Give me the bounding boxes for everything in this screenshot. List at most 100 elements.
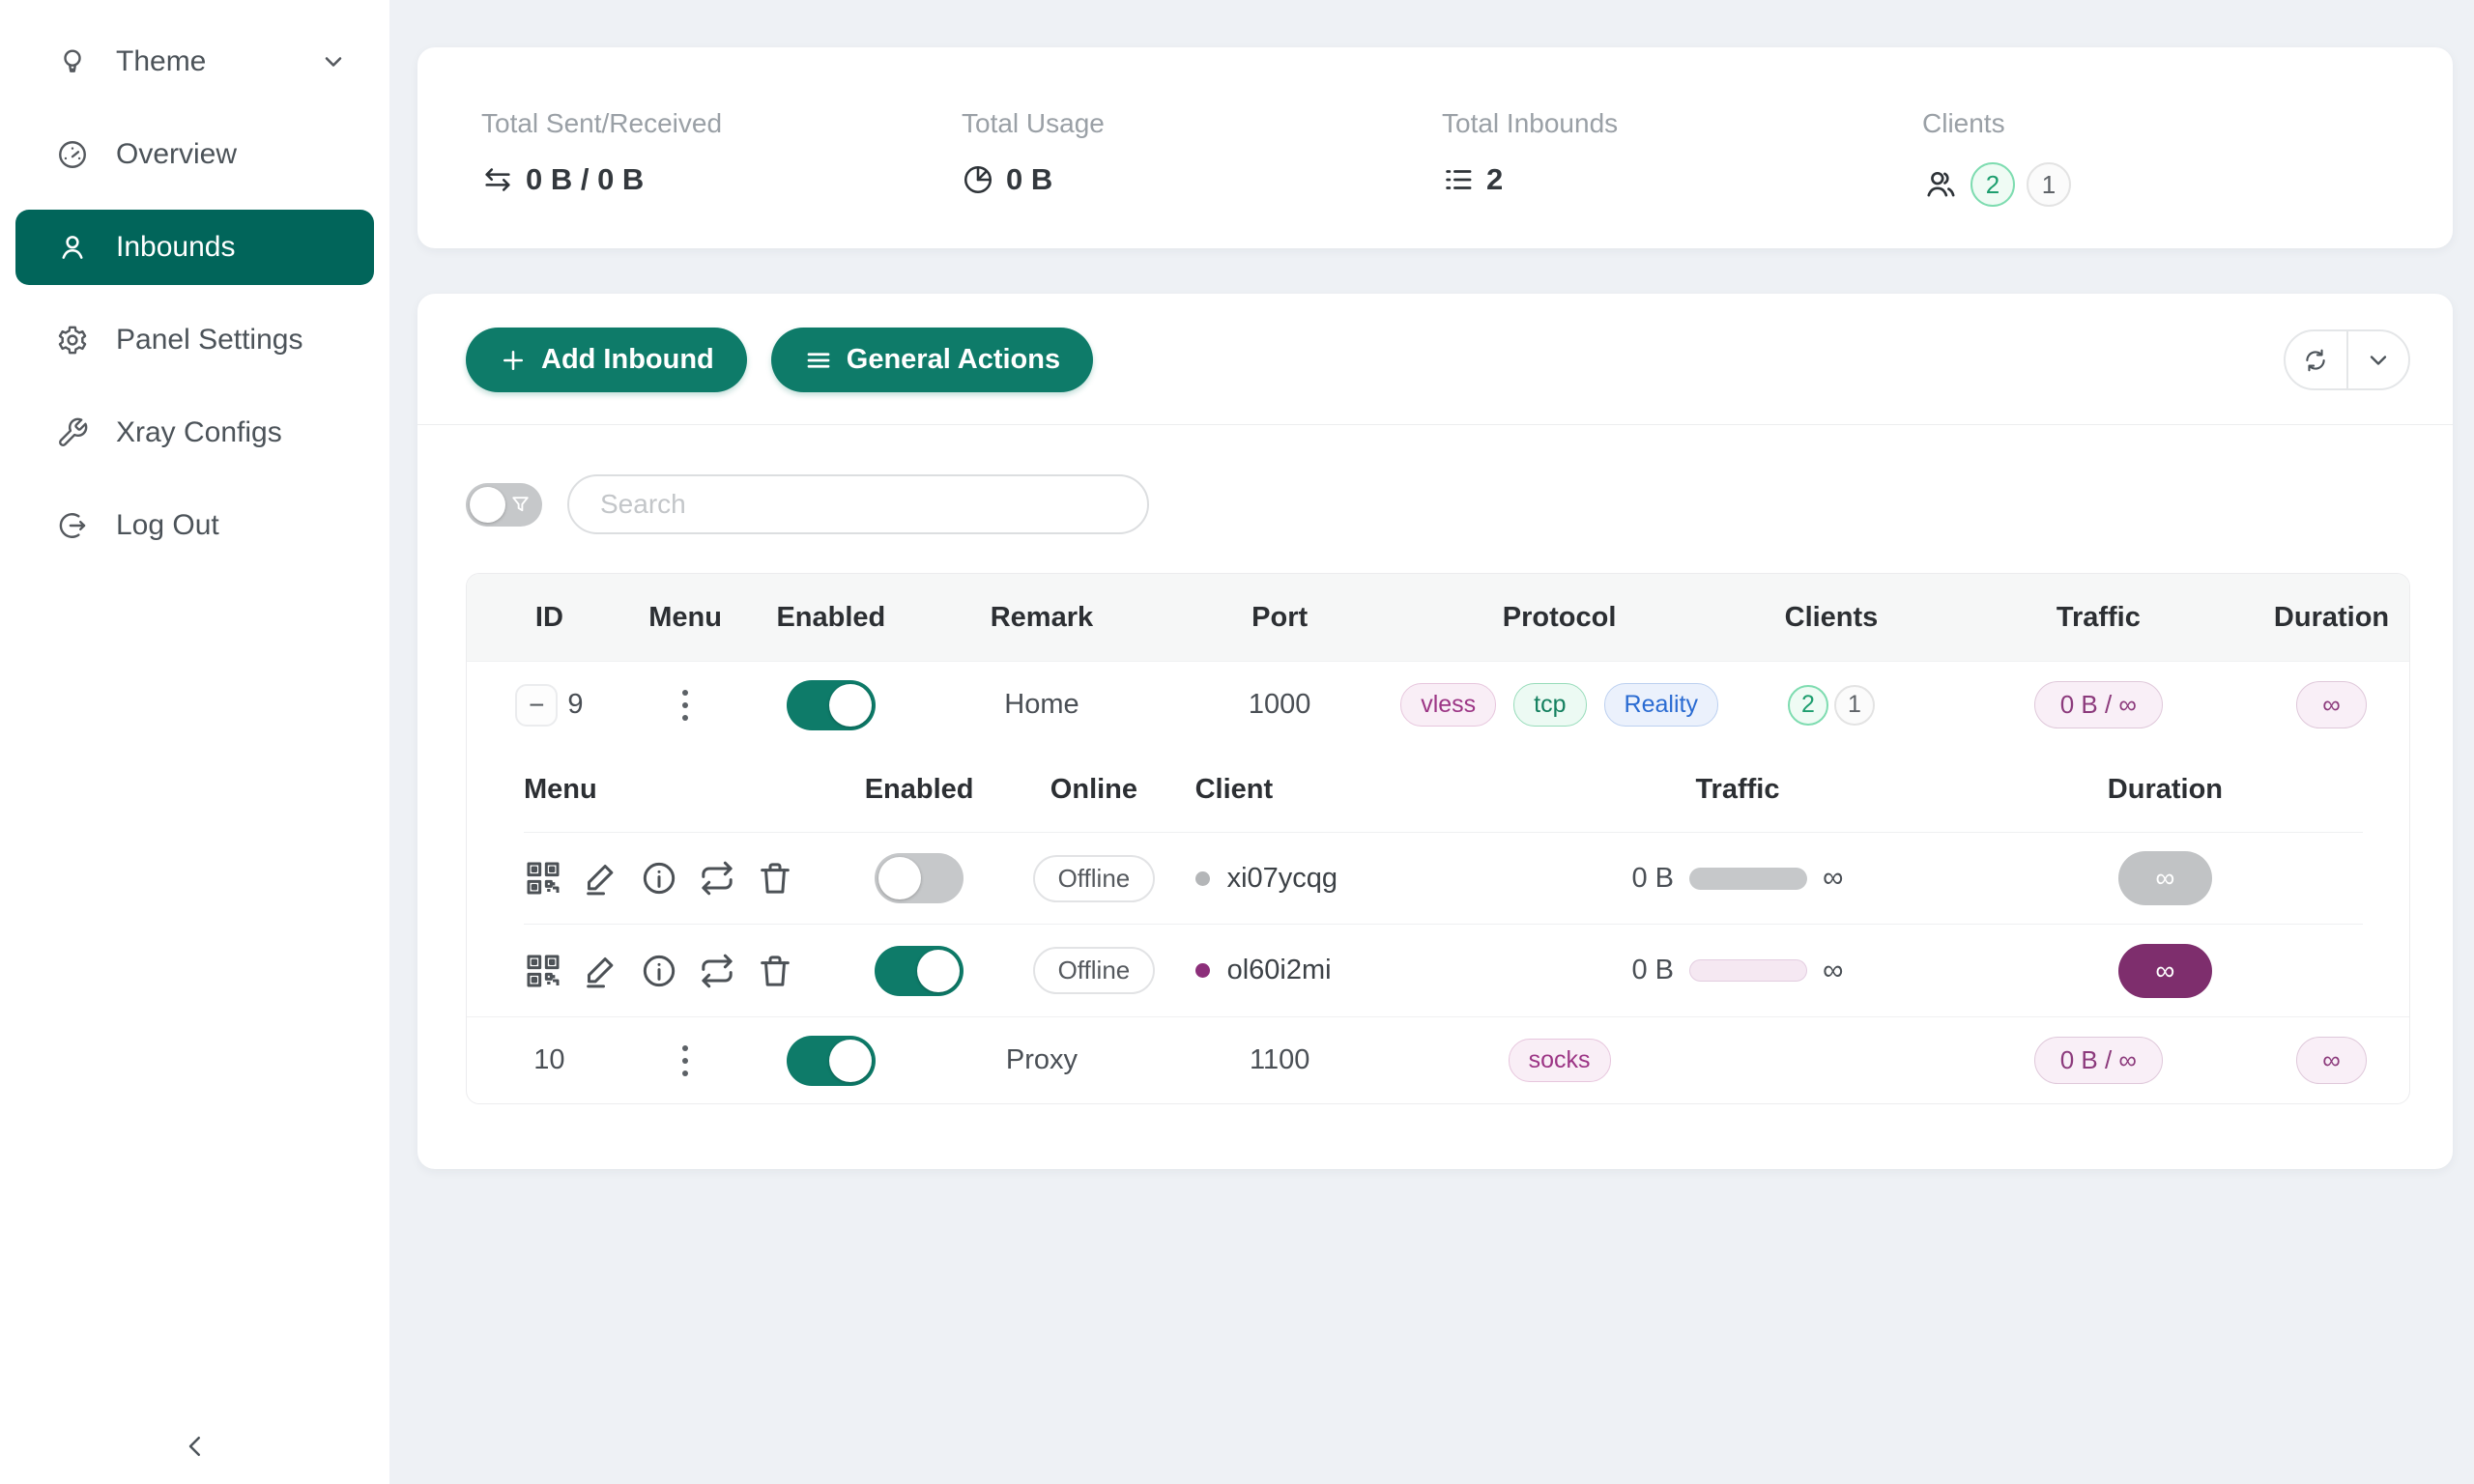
refresh-dropdown-button[interactable] bbox=[2346, 331, 2409, 388]
info-button[interactable] bbox=[640, 952, 678, 990]
clients-total-badge: 1 bbox=[1834, 685, 1875, 726]
header-remark: Remark bbox=[923, 602, 1160, 634]
edit-button[interactable] bbox=[582, 859, 620, 898]
protocol-tag: vless bbox=[1400, 683, 1496, 727]
row-enabled-toggle[interactable] bbox=[787, 680, 876, 730]
client-name: ol60i2mi bbox=[1227, 955, 1332, 986]
header-clients: Clients bbox=[1719, 602, 1942, 634]
table-header-row: ID Menu Enabled Remark Port Protocol Cli… bbox=[467, 574, 2409, 661]
client-row: Offline ol60i2mi 0 B ∞ ∞ bbox=[524, 925, 2363, 1016]
stat-label: Total Usage bbox=[962, 108, 1442, 139]
swap-arrows-icon bbox=[481, 163, 514, 196]
header-menu: Menu bbox=[632, 602, 739, 634]
client-status-dot bbox=[1195, 963, 1210, 978]
stat-total-usage: Total Usage 0 B bbox=[962, 108, 1442, 248]
info-icon bbox=[640, 859, 678, 898]
divider bbox=[417, 424, 2453, 425]
qrcode-button[interactable] bbox=[524, 859, 562, 898]
stat-clients: Clients 2 1 bbox=[1922, 108, 2402, 248]
traffic-progress-bar bbox=[1689, 868, 1807, 890]
subheader-traffic: Traffic bbox=[1508, 774, 1968, 806]
info-icon bbox=[640, 952, 678, 990]
sidebar: Theme Overview Inbounds Panel Settings bbox=[0, 0, 389, 1484]
delete-button[interactable] bbox=[756, 952, 794, 990]
row-menu-button[interactable] bbox=[675, 1038, 696, 1084]
toggle-knob bbox=[470, 487, 505, 523]
traffic-progress-bar bbox=[1689, 959, 1807, 982]
header-port: Port bbox=[1161, 602, 1399, 634]
collapse-row-button[interactable]: − bbox=[515, 684, 558, 727]
client-enabled-toggle[interactable] bbox=[875, 946, 964, 996]
subheader-duration: Duration bbox=[1968, 774, 2363, 806]
info-button[interactable] bbox=[640, 859, 678, 898]
row-port: 1000 bbox=[1161, 689, 1399, 721]
sidebar-item-label: Overview bbox=[116, 138, 237, 171]
qrcode-button[interactable] bbox=[524, 952, 562, 990]
reset-traffic-button[interactable] bbox=[698, 952, 736, 990]
stat-total-sent-received: Total Sent/Received 0 B / 0 B bbox=[481, 108, 962, 248]
edit-button[interactable] bbox=[582, 952, 620, 990]
row-remark: Home bbox=[923, 689, 1160, 721]
sidebar-collapse-button[interactable] bbox=[0, 1432, 389, 1461]
inbounds-table: ID Menu Enabled Remark Port Protocol Cli… bbox=[466, 573, 2410, 1104]
stat-total-inbounds: Total Inbounds 2 bbox=[1442, 108, 1922, 248]
qrcode-icon bbox=[524, 952, 562, 990]
client-enabled-toggle[interactable] bbox=[875, 853, 964, 903]
search-input[interactable] bbox=[567, 474, 1149, 534]
subheader-menu: Menu bbox=[524, 774, 846, 806]
reset-traffic-button[interactable] bbox=[698, 859, 736, 898]
row-port: 1100 bbox=[1161, 1044, 1399, 1076]
sidebar-item-label: Panel Settings bbox=[116, 324, 302, 357]
refresh-button[interactable] bbox=[2286, 331, 2346, 388]
sidebar-item-inbounds[interactable]: Inbounds bbox=[15, 210, 374, 285]
refresh-icon bbox=[2302, 347, 2329, 374]
client-status-dot bbox=[1195, 871, 1210, 886]
header-id: ID bbox=[467, 602, 632, 634]
filter-toggle[interactable] bbox=[466, 483, 542, 527]
pie-chart-icon bbox=[962, 163, 994, 196]
funnel-icon bbox=[508, 493, 532, 517]
stat-value: 0 B / 0 B bbox=[526, 162, 644, 197]
toolbar: Add Inbound General Actions bbox=[466, 328, 2410, 392]
header-enabled: Enabled bbox=[738, 602, 923, 634]
wrench-icon bbox=[56, 416, 89, 449]
logout-icon bbox=[56, 509, 89, 542]
table-row: − 9 Home 1000 vless tcp Reality 2 bbox=[467, 661, 2409, 748]
client-traffic-used: 0 B bbox=[1631, 955, 1674, 986]
stat-label: Clients bbox=[1922, 108, 2402, 139]
protocol-tag: Reality bbox=[1604, 683, 1718, 727]
traffic-pill: 0 B / ∞ bbox=[2034, 681, 2163, 728]
client-row: Offline xi07ycqg 0 B ∞ ∞ bbox=[524, 833, 2363, 925]
sidebar-item-panel-settings[interactable]: Panel Settings bbox=[15, 302, 374, 378]
delete-button[interactable] bbox=[756, 859, 794, 898]
general-actions-label: General Actions bbox=[847, 344, 1060, 376]
trash-icon bbox=[756, 952, 794, 990]
gear-icon bbox=[56, 324, 89, 357]
sidebar-item-log-out[interactable]: Log Out bbox=[15, 488, 374, 563]
add-inbound-button[interactable]: Add Inbound bbox=[466, 328, 747, 392]
chevron-down-icon bbox=[320, 48, 347, 75]
repeat-icon bbox=[698, 952, 736, 990]
online-status-badge: Offline bbox=[1033, 855, 1156, 902]
client-traffic-used: 0 B bbox=[1631, 863, 1674, 895]
subtable-header-row: Menu Enabled Online Client Traffic Durat… bbox=[524, 748, 2363, 833]
inbounds-card: Add Inbound General Actions bbox=[417, 294, 2453, 1169]
row-enabled-toggle[interactable] bbox=[787, 1036, 876, 1086]
stat-label: Total Inbounds bbox=[1442, 108, 1922, 139]
clients-total-badge: 1 bbox=[2027, 162, 2071, 207]
stat-label: Total Sent/Received bbox=[481, 108, 962, 139]
general-actions-button[interactable]: General Actions bbox=[771, 328, 1093, 392]
stats-card: Total Sent/Received 0 B / 0 B Total Usag… bbox=[417, 47, 2453, 248]
sidebar-item-xray-configs[interactable]: Xray Configs bbox=[15, 395, 374, 471]
pencil-icon bbox=[582, 952, 620, 990]
sidebar-item-theme[interactable]: Theme bbox=[15, 24, 374, 100]
chevron-down-icon bbox=[2365, 347, 2392, 374]
stat-value: 0 B bbox=[1006, 162, 1052, 197]
sidebar-item-overview[interactable]: Overview bbox=[15, 117, 374, 192]
row-menu-button[interactable] bbox=[675, 682, 696, 728]
header-duration: Duration bbox=[2254, 602, 2409, 634]
client-traffic-cap: ∞ bbox=[1823, 955, 1843, 987]
add-inbound-label: Add Inbound bbox=[541, 344, 714, 376]
table-row: 10 Proxy 1100 socks 0 B / ∞ ∞ bbox=[467, 1016, 2409, 1103]
protocol-tag: socks bbox=[1509, 1039, 1611, 1082]
